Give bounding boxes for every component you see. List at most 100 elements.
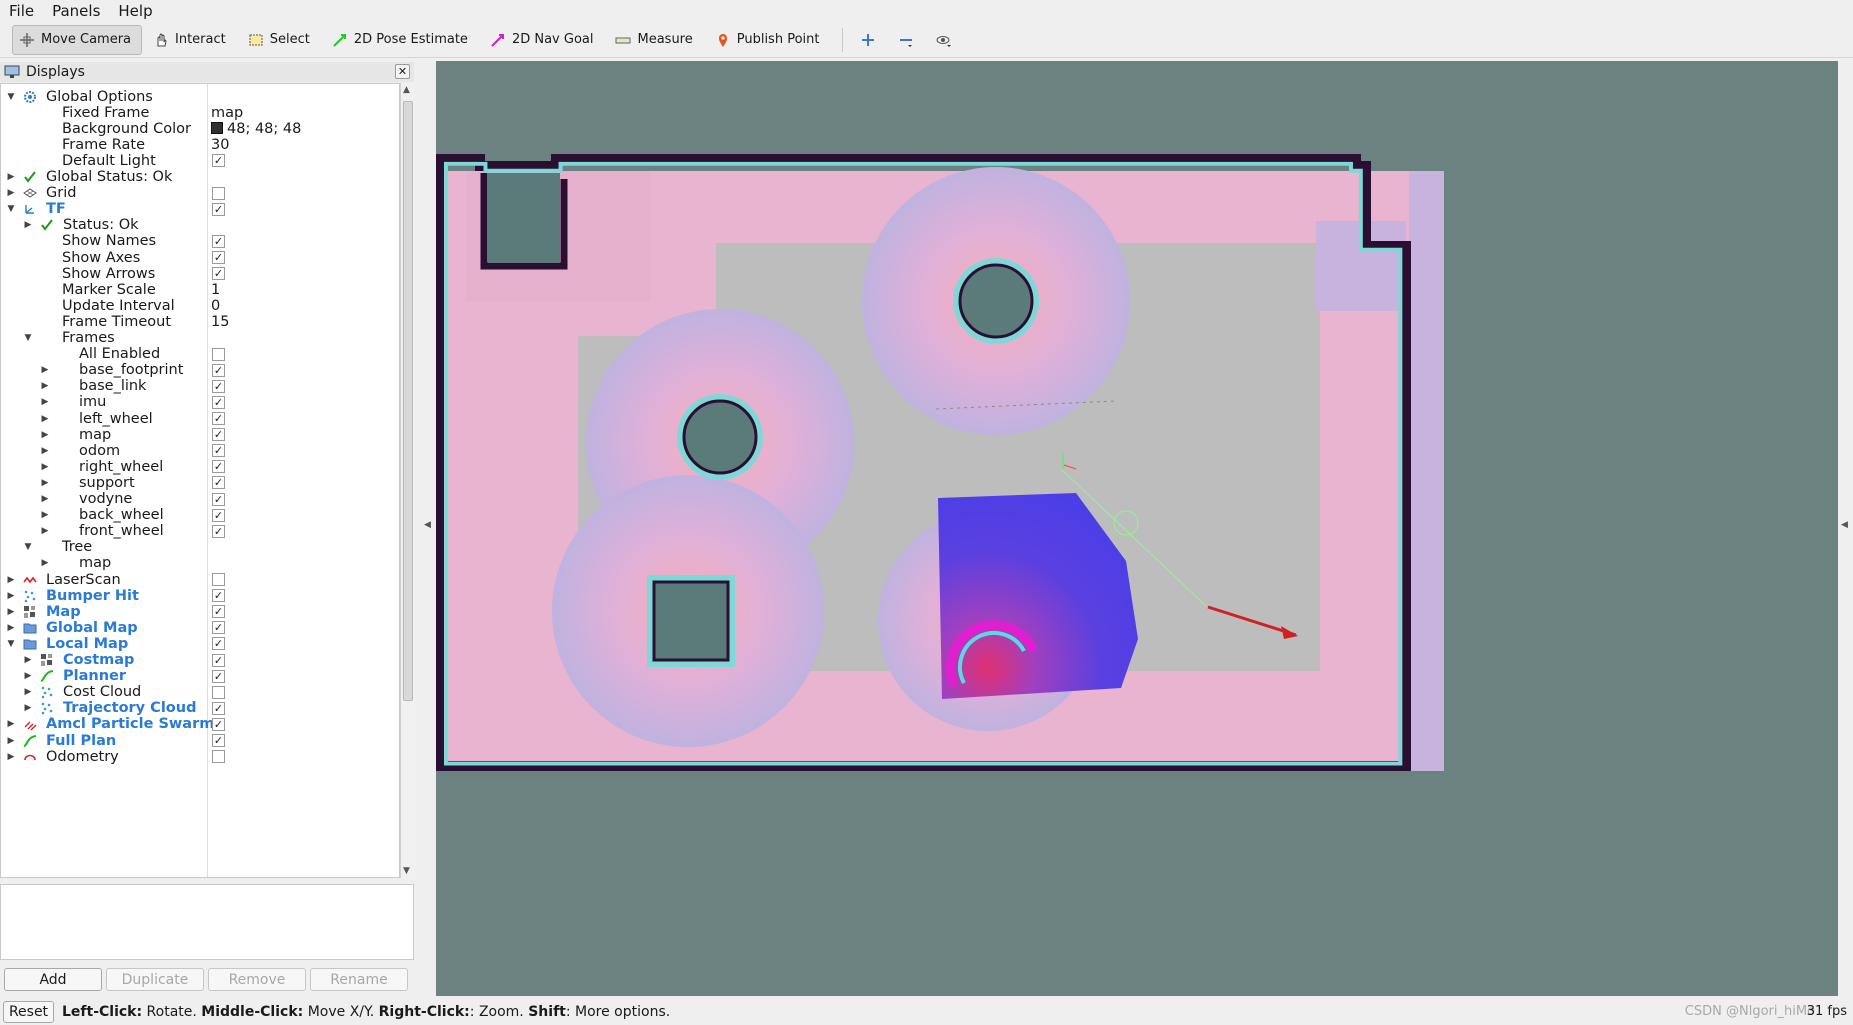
expand-closed-icon[interactable]: ▶ bbox=[22, 671, 34, 681]
interact-tool[interactable]: Interact bbox=[146, 25, 237, 55]
expand-closed-icon[interactable]: ▶ bbox=[39, 462, 51, 472]
select-tool[interactable]: Select bbox=[241, 25, 321, 55]
folder-icon bbox=[22, 636, 38, 652]
expand-closed-icon[interactable]: ▶ bbox=[39, 397, 51, 407]
expand-open-icon[interactable]: ▼ bbox=[22, 333, 34, 343]
enable-checkbox[interactable]: ✓ bbox=[212, 669, 225, 683]
enable-checkbox[interactable]: ✓ bbox=[212, 621, 225, 635]
expand-open-icon[interactable]: ▼ bbox=[22, 542, 34, 552]
expand-open-icon[interactable]: ▼ bbox=[5, 92, 17, 102]
menu-panels[interactable]: Panels bbox=[43, 2, 109, 20]
displays-scrollbar[interactable]: ▲ ▼ bbox=[400, 83, 414, 878]
enable-checkbox[interactable]: ✓ bbox=[212, 460, 225, 474]
enable-checkbox[interactable] bbox=[212, 573, 225, 586]
enable-checkbox[interactable]: ✓ bbox=[212, 653, 225, 667]
enable-checkbox[interactable]: ✓ bbox=[212, 154, 225, 168]
enable-checkbox[interactable]: ✓ bbox=[212, 202, 225, 216]
expand-closed-icon[interactable]: ▶ bbox=[39, 414, 51, 424]
duplicate-button[interactable]: Duplicate bbox=[106, 968, 204, 991]
enable-checkbox[interactable]: ✓ bbox=[212, 717, 225, 731]
enable-checkbox[interactable]: ✓ bbox=[212, 605, 225, 619]
enable-checkbox[interactable] bbox=[212, 685, 225, 699]
enable-checkbox[interactable]: ✓ bbox=[212, 444, 225, 458]
path-icon bbox=[22, 733, 38, 749]
measure-tool[interactable]: Measure bbox=[608, 25, 703, 55]
expand-closed-icon[interactable]: ▶ bbox=[22, 687, 34, 697]
enable-checkbox[interactable]: ✓ bbox=[212, 476, 225, 490]
expand-closed-icon[interactable]: ▶ bbox=[22, 703, 34, 713]
expand-closed-icon[interactable]: ▶ bbox=[5, 575, 17, 585]
collapse-left-icon[interactable]: ◀ bbox=[424, 520, 431, 530]
scrollbar-thumb[interactable] bbox=[403, 101, 413, 701]
expand-closed-icon[interactable]: ▶ bbox=[39, 558, 51, 568]
render-viewport[interactable] bbox=[436, 61, 1838, 996]
enable-checkbox[interactable]: ✓ bbox=[212, 524, 225, 538]
expand-closed-icon[interactable]: ▶ bbox=[5, 172, 17, 182]
enable-checkbox[interactable]: ✓ bbox=[212, 508, 225, 522]
expand-open-icon[interactable]: ▼ bbox=[5, 204, 17, 214]
expand-closed-icon[interactable]: ▶ bbox=[39, 365, 51, 375]
expand-closed-icon[interactable]: ▶ bbox=[39, 446, 51, 456]
expand-closed-icon[interactable]: ▶ bbox=[5, 591, 17, 601]
tree-row-value[interactable]: 15 bbox=[211, 314, 229, 330]
nav-goal-tool[interactable]: 2D Nav Goal bbox=[483, 25, 605, 55]
expand-closed-icon[interactable]: ▶ bbox=[39, 381, 51, 391]
expand-closed-icon[interactable]: ▶ bbox=[5, 719, 17, 729]
tree-row-label: left_wheel bbox=[79, 410, 153, 427]
enable-checkbox[interactable] bbox=[212, 750, 225, 764]
enable-checkbox[interactable]: ✓ bbox=[212, 267, 225, 281]
expand-closed-icon[interactable]: ▶ bbox=[39, 430, 51, 440]
points-icon bbox=[22, 588, 38, 604]
enable-checkbox[interactable]: ✓ bbox=[212, 428, 225, 442]
tree-row-value[interactable]: 1 bbox=[211, 282, 220, 298]
expand-closed-icon[interactable]: ▶ bbox=[5, 623, 17, 633]
tree-row-value[interactable]: map bbox=[211, 105, 243, 121]
close-icon[interactable]: ✕ bbox=[395, 64, 410, 79]
remove-tool-button[interactable] bbox=[889, 25, 923, 55]
enable-checkbox[interactable]: ✓ bbox=[212, 379, 225, 393]
expand-closed-icon[interactable]: ▶ bbox=[39, 494, 51, 504]
interact-label: Interact bbox=[175, 32, 226, 47]
enable-checkbox[interactable]: ✓ bbox=[212, 234, 225, 248]
move-camera-tool[interactable]: Move Camera bbox=[12, 24, 143, 55]
scroll-up-icon[interactable]: ▲ bbox=[403, 85, 410, 95]
enable-checkbox[interactable]: ✓ bbox=[212, 412, 225, 425]
expand-closed-icon[interactable]: ▶ bbox=[5, 607, 17, 617]
hint-shift-text: : More options. bbox=[565, 1004, 671, 1020]
tree-row-value[interactable]: 30 bbox=[211, 137, 229, 153]
remove-button[interactable]: Remove bbox=[208, 968, 306, 991]
publish-point-tool[interactable]: Publish Point bbox=[708, 25, 831, 55]
scroll-down-icon[interactable]: ▼ bbox=[403, 866, 410, 876]
enable-checkbox[interactable]: ✓ bbox=[212, 734, 225, 747]
enable-checkbox[interactable]: ✓ bbox=[212, 589, 225, 603]
expand-closed-icon[interactable]: ▶ bbox=[5, 188, 17, 198]
reset-button[interactable]: Reset bbox=[3, 1001, 54, 1023]
expand-closed-icon[interactable]: ▶ bbox=[5, 752, 17, 762]
expand-closed-icon[interactable]: ▶ bbox=[22, 220, 34, 230]
expand-closed-icon[interactable]: ▶ bbox=[5, 736, 17, 746]
enable-checkbox[interactable]: ✓ bbox=[212, 492, 225, 506]
expand-closed-icon[interactable]: ▶ bbox=[39, 478, 51, 488]
tree-row-value[interactable]: 0 bbox=[211, 298, 220, 314]
enable-checkbox[interactable]: ✓ bbox=[212, 637, 225, 651]
enable-checkbox[interactable] bbox=[212, 347, 225, 361]
enable-checkbox[interactable]: ✓ bbox=[212, 363, 225, 377]
add-tool-button[interactable] bbox=[851, 25, 885, 55]
pose-estimate-tool[interactable]: 2D Pose Estimate bbox=[325, 25, 479, 55]
enable-checkbox[interactable]: ✓ bbox=[212, 251, 225, 264]
add-button[interactable]: Add bbox=[4, 968, 102, 991]
enable-checkbox[interactable] bbox=[212, 186, 225, 200]
rename-button[interactable]: Rename bbox=[310, 968, 408, 991]
expand-open-icon[interactable]: ▼ bbox=[5, 639, 17, 649]
expand-closed-icon[interactable]: ▶ bbox=[39, 510, 51, 520]
tree-row-value[interactable]: 48; 48; 48 bbox=[211, 121, 301, 137]
expand-closed-icon[interactable]: ▶ bbox=[39, 526, 51, 536]
enable-checkbox[interactable]: ✓ bbox=[212, 701, 225, 715]
expand-closed-icon[interactable]: ▶ bbox=[22, 655, 34, 665]
tree-row[interactable]: ▶ Odometry bbox=[1, 747, 399, 766]
collapse-right-icon[interactable]: ◀ bbox=[1841, 520, 1848, 530]
view-tool-button[interactable] bbox=[927, 25, 961, 55]
menu-file[interactable]: File bbox=[0, 2, 43, 20]
enable-checkbox[interactable]: ✓ bbox=[212, 395, 225, 409]
menu-help[interactable]: Help bbox=[109, 2, 161, 20]
